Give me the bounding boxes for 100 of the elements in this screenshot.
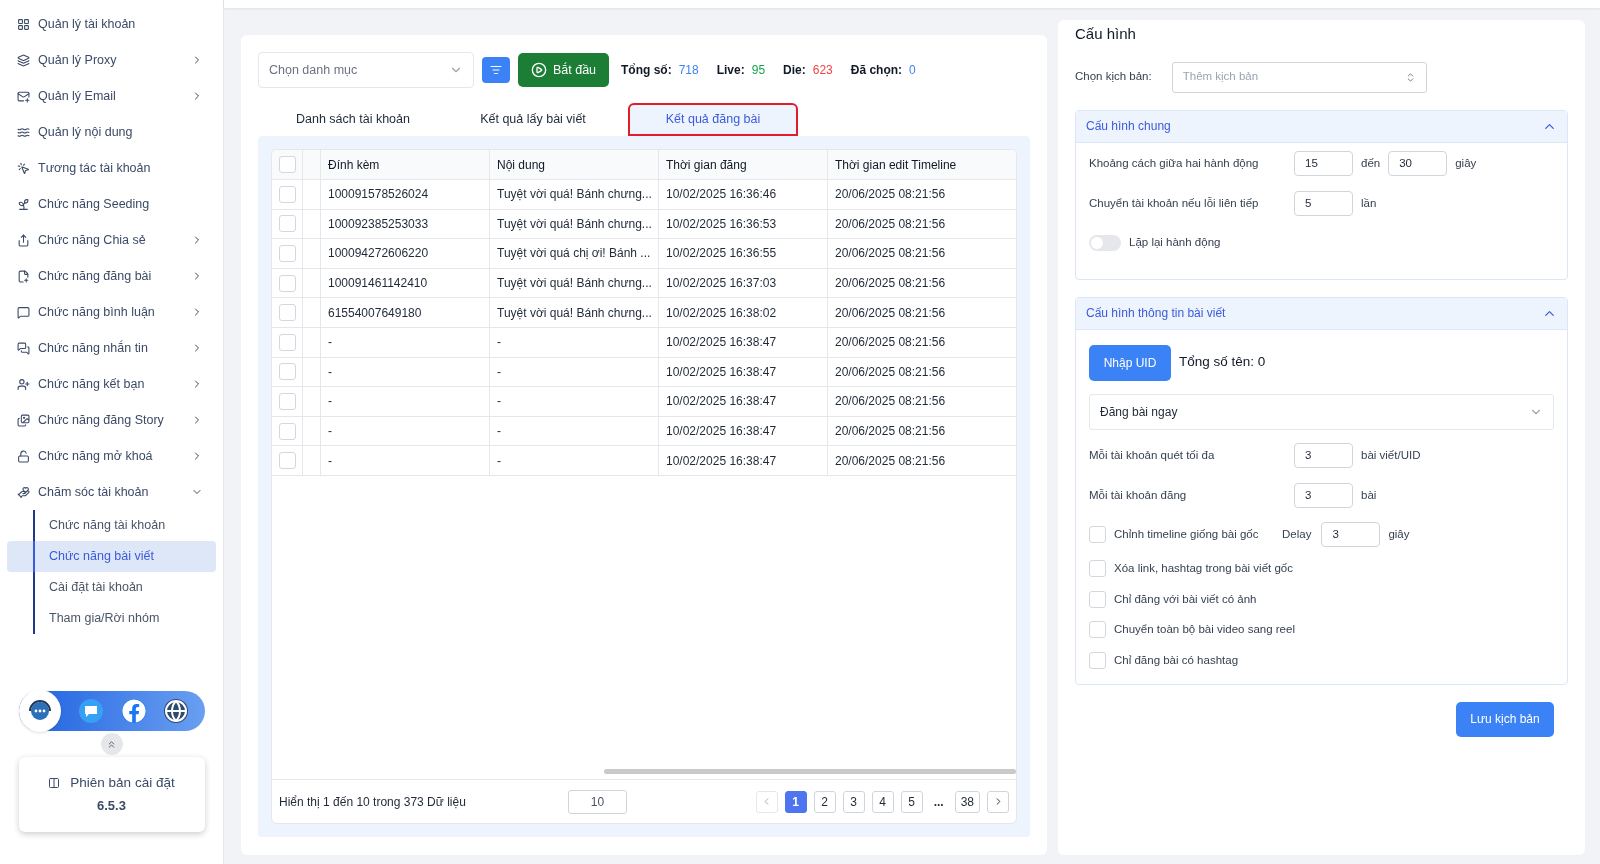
facebook-icon[interactable]: [121, 699, 146, 723]
table-cell-text: 10/02/2025 16:38:47: [666, 334, 777, 352]
sidebar-item[interactable]: Quản lý Email: [0, 78, 223, 114]
table-cell-text: Tuyệt vời quá! Bánh chưng...: [497, 275, 652, 293]
sidebar-item[interactable]: Quản lý tài khoản: [0, 6, 223, 42]
sidebar-item[interactable]: Quản lý Proxy: [0, 42, 223, 78]
sprout-icon: [17, 197, 30, 211]
import-uid-button[interactable]: Nhập UID: [1089, 344, 1171, 381]
sidebar-item[interactable]: Quản lý nội dung: [0, 114, 223, 150]
table-cell-text: 10/02/2025 16:38:47: [666, 423, 777, 441]
sidebar-item[interactable]: Tương tác tài khoản: [0, 150, 223, 186]
page-ellipsis: ...: [932, 793, 945, 811]
number-field[interactable]: 5: [1294, 191, 1353, 216]
table-cell-text: 20/06/2025 08:21:56: [835, 393, 946, 411]
field-label: Khoảng cách giữa hai hành động: [1089, 155, 1260, 171]
checkbox[interactable]: [278, 422, 296, 440]
checkbox[interactable]: [278, 363, 296, 381]
number-field[interactable]: 3: [1321, 522, 1381, 547]
checkbox[interactable]: [1089, 560, 1106, 578]
page-size-field[interactable]: 10: [568, 789, 627, 814]
stat-value: 718: [678, 62, 699, 79]
checkbox-label: Chỉ đăng với bài viết có ảnh: [1114, 591, 1257, 607]
sidebar-subitem[interactable]: Chức năng bài viết: [7, 541, 216, 572]
tab[interactable]: Kết quả lấy bài viết: [448, 103, 618, 136]
checkbox[interactable]: [278, 185, 296, 203]
table-cell-text: 20/06/2025 08:21:56: [835, 334, 946, 352]
section-header[interactable]: Cấu hình thông tin bài viết: [1076, 297, 1567, 330]
tab[interactable]: Danh sách tài khoản: [268, 103, 438, 136]
hand-heart-icon: [17, 485, 30, 499]
sidebar-item[interactable]: Chức năng đăng Story: [0, 402, 223, 438]
sidebar-item[interactable]: Chức năng đăng bài: [0, 258, 223, 294]
table-cell-text: 10/02/2025 16:36:55: [666, 245, 777, 263]
table-cell-text: -: [328, 423, 332, 441]
sidebar-item[interactable]: Chức năng kết bạn: [0, 366, 223, 402]
globe-icon[interactable]: [164, 699, 189, 723]
toggle-switch[interactable]: [1089, 234, 1121, 251]
column-header: Thời gian đăng: [659, 150, 828, 179]
grid-icon: [17, 17, 30, 31]
table-cell-text: 20/06/2025 08:21:56: [835, 245, 946, 263]
checkbox[interactable]: [278, 392, 296, 410]
checkbox[interactable]: [1089, 526, 1106, 543]
checkbox[interactable]: [278, 215, 296, 233]
sidebar-item[interactable]: Chức năng Chia sẻ: [0, 222, 223, 258]
next-page-button[interactable]: [987, 790, 1009, 813]
unlock-icon: [17, 449, 30, 463]
checkbox[interactable]: [278, 156, 296, 173]
start-button[interactable]: Bắt đầu: [518, 53, 609, 87]
table-cell-text: -: [497, 393, 501, 411]
page-button[interactable]: 3: [842, 790, 865, 813]
delay-label: Delay: [1282, 526, 1312, 542]
checkbox-label: Chỉnh timeline giống bài gốc: [1114, 526, 1260, 542]
table-cell-text: 100091578526024: [328, 186, 429, 204]
chevrons-up-icon: [106, 738, 117, 750]
page-button[interactable]: 38: [954, 790, 980, 813]
number-field[interactable]: 30: [1388, 151, 1448, 176]
messages-icon: [17, 341, 30, 355]
page-button[interactable]: 2: [813, 790, 836, 813]
stat-label: Die:: [783, 62, 806, 79]
checkbox[interactable]: [278, 245, 296, 262]
save-button[interactable]: Lưu kịch bản: [1456, 701, 1554, 737]
sidebar-item[interactable]: Chức năng nhắn tin: [0, 330, 223, 366]
section-header[interactable]: Cấu hình chung: [1076, 110, 1567, 143]
checkbox[interactable]: [278, 452, 296, 470]
sidebar-item[interactable]: Chức năng mở khoá: [0, 438, 223, 474]
sidebar-item[interactable]: Chăm sóc tài khoản: [0, 474, 223, 510]
category-select[interactable]: Chọn danh mục: [258, 52, 474, 88]
checkbox[interactable]: [1089, 590, 1106, 608]
support-icon[interactable]: [18, 690, 61, 732]
sidebar-item[interactable]: Chức năng Seeding: [0, 186, 223, 222]
sidebar-subitem[interactable]: Cài đặt tài khoản: [7, 572, 216, 603]
checkbox[interactable]: [278, 274, 296, 292]
scrollbar[interactable]: [604, 769, 1016, 774]
page-button[interactable]: 5: [900, 790, 923, 813]
play-icon: [530, 62, 547, 78]
stat-value: 0: [909, 62, 916, 79]
checkbox[interactable]: [1089, 621, 1106, 639]
table-cell-text: 10/02/2025 16:38:47: [666, 452, 777, 470]
sidebar-subitem[interactable]: Tham gia/Rời nhóm: [7, 603, 216, 634]
checkbox[interactable]: [1089, 651, 1106, 669]
number-field[interactable]: 3: [1294, 483, 1353, 508]
table-cell-text: -: [328, 393, 332, 411]
table-cell-text: Tuyệt vời quá chị ơi! Bánh ...: [497, 245, 651, 263]
previous-page-button[interactable]: [755, 790, 778, 813]
collapse-button[interactable]: [100, 733, 123, 755]
sidebar-item[interactable]: Chức năng bình luận: [0, 294, 223, 330]
stat-label: Tổng số:: [621, 62, 672, 79]
tab[interactable]: Kết quả đăng bài: [628, 103, 798, 136]
table-cell-text: 100091461142410: [328, 275, 428, 293]
stat-value: 623: [812, 62, 833, 79]
checkbox[interactable]: [278, 333, 296, 351]
chat-bubble-icon[interactable]: [79, 699, 104, 723]
page-button[interactable]: 4: [871, 790, 894, 813]
toggle-label: Lặp lại hành động: [1129, 234, 1221, 250]
number-field[interactable]: 3: [1294, 443, 1353, 468]
filter-button[interactable]: [482, 57, 510, 83]
checkbox[interactable]: [278, 304, 296, 322]
number-field[interactable]: 15: [1294, 151, 1353, 176]
pointer-icon: [17, 161, 30, 175]
page-button[interactable]: 1: [784, 790, 807, 813]
post-mode-select[interactable]: Đăng bài ngay: [1089, 393, 1554, 430]
